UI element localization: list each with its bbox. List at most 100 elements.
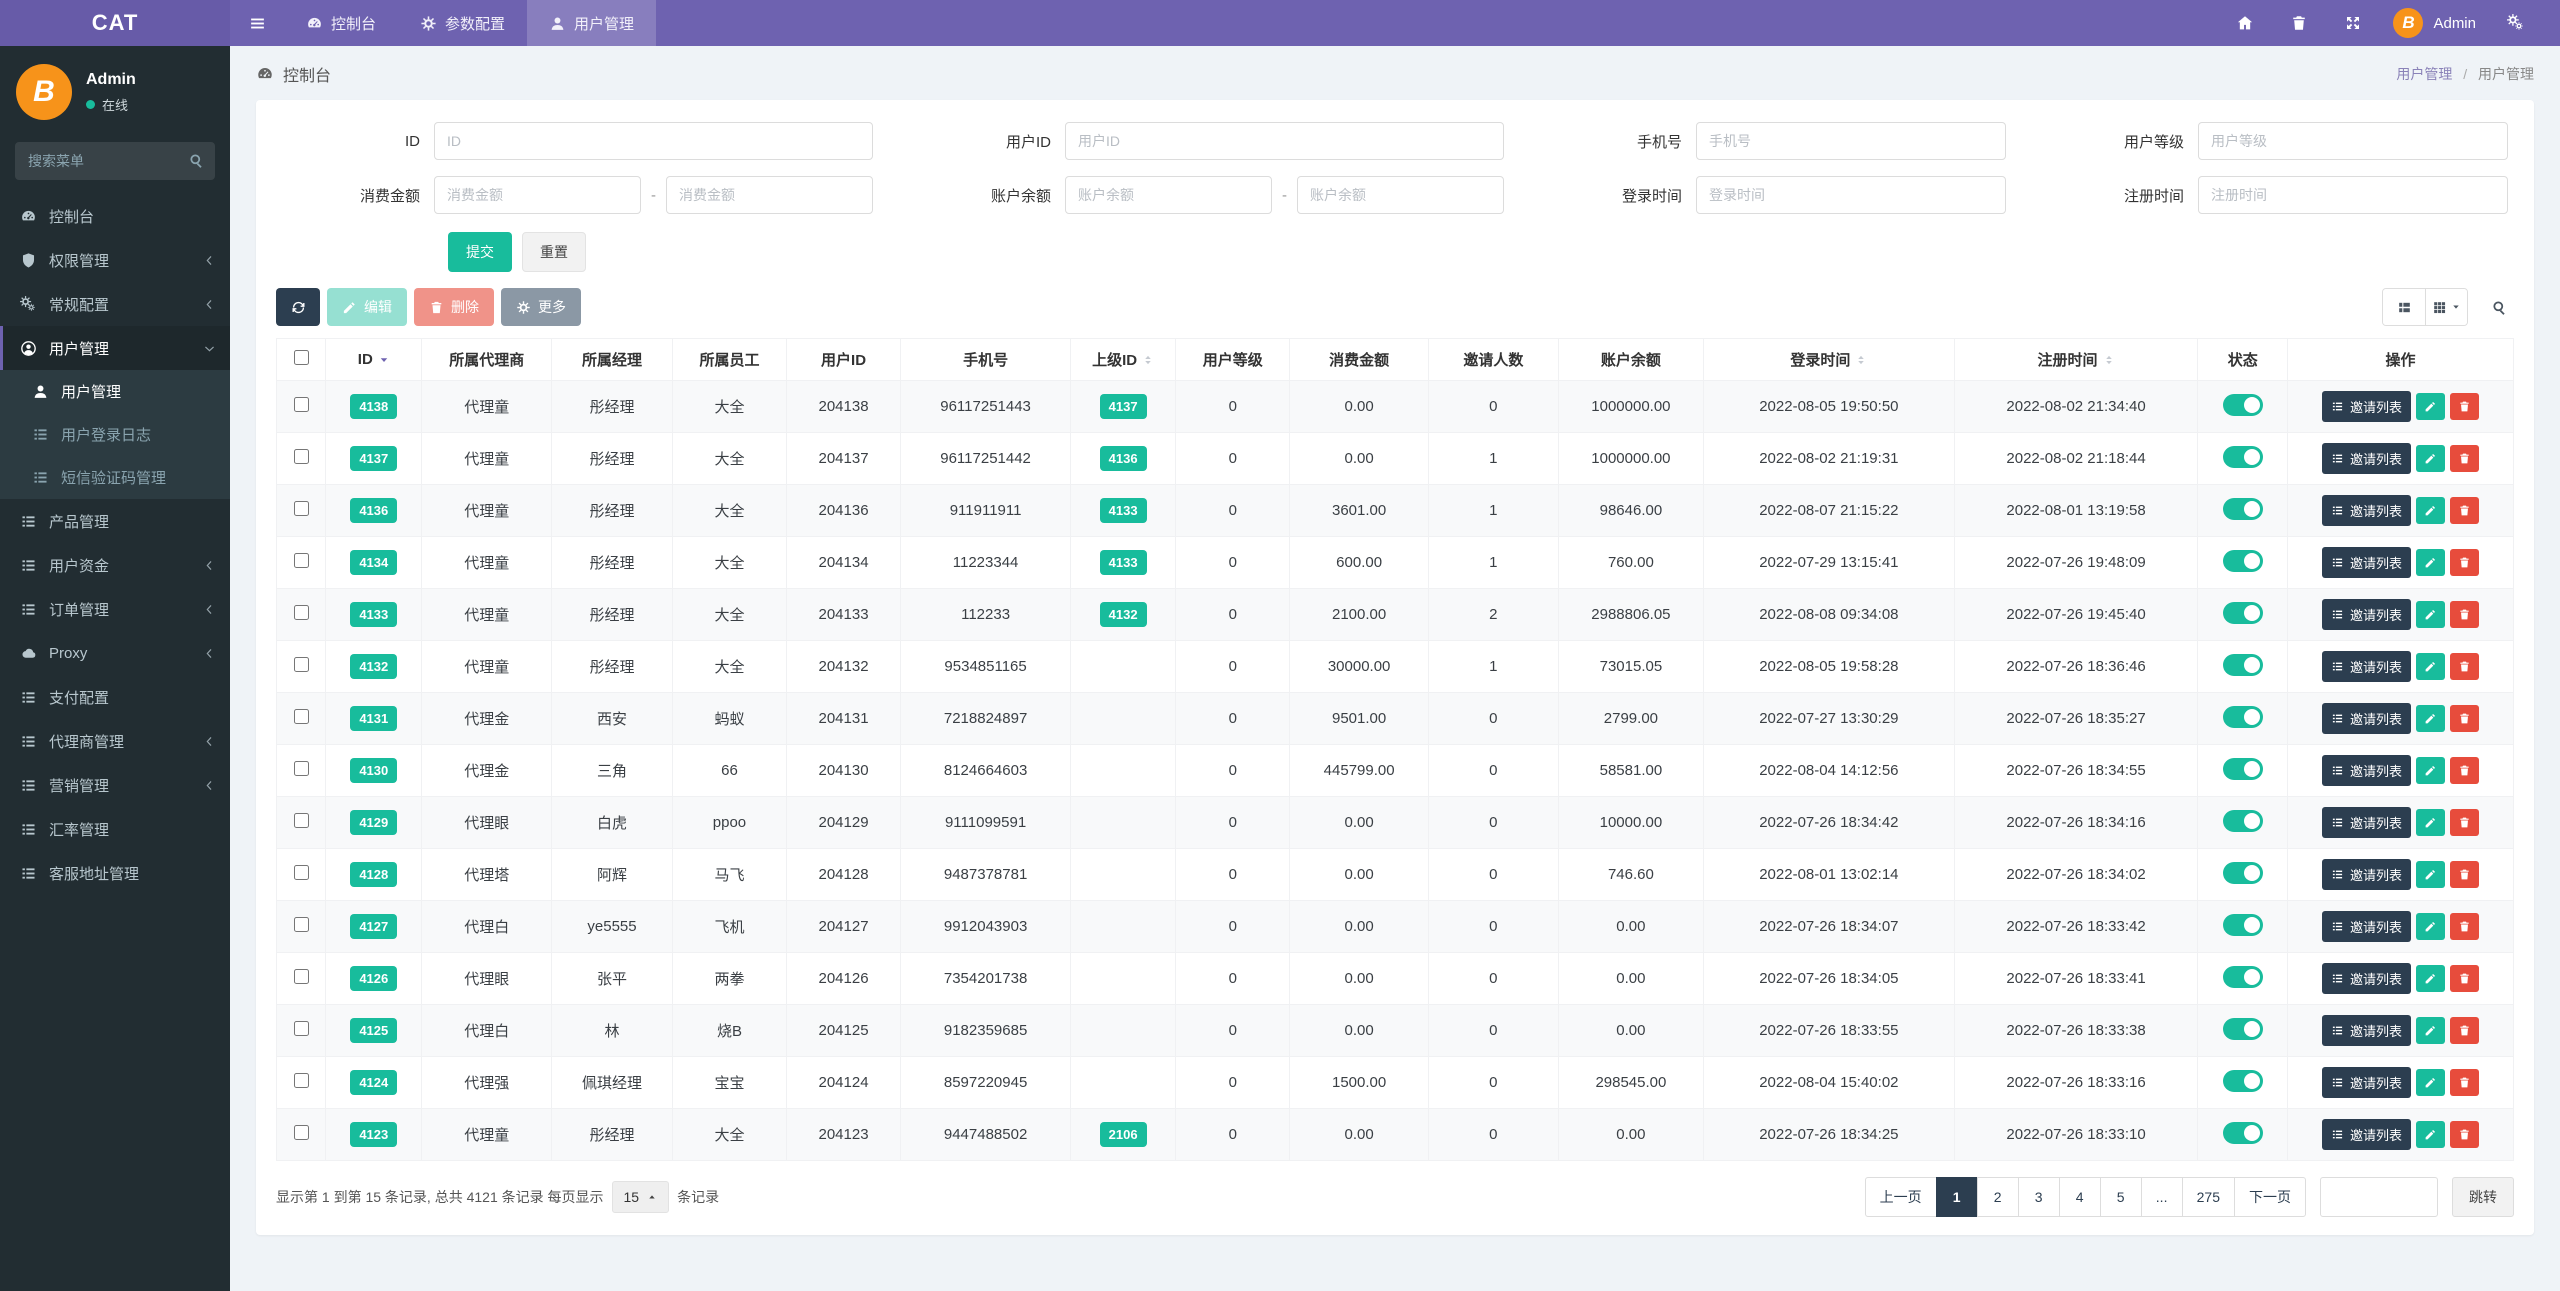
pager-prev[interactable]: 上一页 bbox=[1864, 1177, 1937, 1217]
row-delete-button[interactable] bbox=[2449, 549, 2479, 576]
sidebar-item-代理商管理[interactable]: 代理商管理 bbox=[0, 719, 230, 763]
row-delete-button[interactable] bbox=[2449, 393, 2479, 420]
pager-page-2[interactable]: 2 bbox=[1976, 1177, 2019, 1217]
sidebar-item-用户资金[interactable]: 用户资金 bbox=[0, 543, 230, 587]
status-toggle[interactable] bbox=[2222, 497, 2263, 520]
status-toggle[interactable] bbox=[2222, 601, 2263, 624]
status-toggle[interactable] bbox=[2222, 653, 2263, 676]
row-delete-button[interactable] bbox=[2449, 601, 2479, 628]
table-search-button[interactable] bbox=[2484, 292, 2514, 322]
consume-min-field[interactable] bbox=[434, 176, 641, 214]
topnav-tab-控制台[interactable]: 控制台 bbox=[284, 0, 398, 46]
submit-button[interactable]: 提交 bbox=[448, 232, 512, 272]
row-checkbox[interactable] bbox=[293, 501, 309, 516]
row-edit-button[interactable] bbox=[2415, 913, 2445, 940]
column-header-reg_time[interactable]: 注册时间 bbox=[1953, 338, 2199, 381]
row-edit-button[interactable] bbox=[2415, 1017, 2445, 1044]
reset-button[interactable]: 重置 bbox=[522, 232, 586, 272]
search-icon[interactable] bbox=[188, 152, 205, 169]
sidebar-search-input[interactable] bbox=[15, 142, 215, 180]
status-toggle[interactable] bbox=[2222, 445, 2263, 468]
login-time-field[interactable] bbox=[1696, 176, 2006, 214]
invite-list-button[interactable]: 邀请列表 bbox=[2321, 547, 2411, 578]
row-edit-button[interactable] bbox=[2415, 497, 2445, 524]
user-menu[interactable]: B Admin bbox=[2385, 8, 2484, 38]
row-checkbox[interactable] bbox=[293, 397, 309, 412]
row-delete-button[interactable] bbox=[2449, 445, 2479, 472]
page-size-select[interactable]: 15 bbox=[611, 1181, 670, 1213]
invite-list-button[interactable]: 邀请列表 bbox=[2321, 443, 2411, 474]
pager-next[interactable]: 下一页 bbox=[2234, 1177, 2306, 1217]
status-toggle[interactable] bbox=[2222, 965, 2263, 988]
sidebar-toggle-button[interactable] bbox=[230, 0, 284, 46]
status-toggle[interactable] bbox=[2222, 393, 2263, 416]
status-toggle[interactable] bbox=[2222, 705, 2263, 728]
column-header-status[interactable]: 状态 bbox=[2197, 338, 2288, 381]
row-delete-button[interactable] bbox=[2449, 965, 2479, 992]
level-field[interactable] bbox=[2198, 122, 2508, 160]
row-delete-button[interactable] bbox=[2449, 861, 2479, 888]
pager-page-1[interactable]: 1 bbox=[1935, 1177, 1978, 1217]
pager-page-...[interactable]: ... bbox=[2140, 1177, 2183, 1217]
delete-button[interactable]: 删除 bbox=[414, 288, 494, 326]
row-edit-button[interactable] bbox=[2415, 757, 2445, 784]
pager-page-275[interactable]: 275 bbox=[2181, 1177, 2235, 1217]
sidebar-item-用户管理[interactable]: 用户管理 bbox=[0, 326, 230, 370]
invite-list-button[interactable]: 邀请列表 bbox=[2321, 599, 2411, 630]
status-toggle[interactable] bbox=[2222, 913, 2263, 936]
invite-list-button[interactable]: 邀请列表 bbox=[2321, 963, 2411, 994]
row-checkbox[interactable] bbox=[293, 969, 309, 984]
select-all-checkbox[interactable] bbox=[293, 350, 309, 365]
breadcrumb-item[interactable]: 用户管理 bbox=[2396, 66, 2452, 82]
column-header-phone[interactable]: 手机号 bbox=[900, 338, 1072, 381]
sidebar-item-常规配置[interactable]: 常规配置 bbox=[0, 282, 230, 326]
fullscreen-button[interactable] bbox=[2331, 0, 2375, 46]
row-delete-button[interactable] bbox=[2449, 1017, 2479, 1044]
sidebar-item-权限管理[interactable]: 权限管理 bbox=[0, 238, 230, 282]
row-checkbox[interactable] bbox=[293, 709, 309, 724]
more-button[interactable]: 更多 bbox=[501, 288, 581, 326]
brand-logo[interactable]: CAT bbox=[0, 0, 230, 46]
row-checkbox[interactable] bbox=[293, 1125, 309, 1140]
row-delete-button[interactable] bbox=[2449, 1069, 2479, 1096]
status-toggle[interactable] bbox=[2222, 1069, 2263, 1092]
sidebar-item-营销管理[interactable]: 营销管理 bbox=[0, 763, 230, 807]
status-toggle[interactable] bbox=[2222, 757, 2263, 780]
row-delete-button[interactable] bbox=[2449, 497, 2479, 524]
balance-min-field[interactable] bbox=[1065, 176, 1272, 214]
row-edit-button[interactable] bbox=[2415, 549, 2445, 576]
row-checkbox[interactable] bbox=[293, 605, 309, 620]
invite-list-button[interactable]: 邀请列表 bbox=[2321, 1015, 2411, 1046]
row-checkbox[interactable] bbox=[293, 449, 309, 464]
column-header-parent_id[interactable]: 上级ID bbox=[1070, 338, 1177, 381]
row-edit-button[interactable] bbox=[2415, 1069, 2445, 1096]
sidebar-item-Proxy[interactable]: Proxy bbox=[0, 631, 230, 675]
row-delete-button[interactable] bbox=[2449, 653, 2479, 680]
row-edit-button[interactable] bbox=[2415, 705, 2445, 732]
status-toggle[interactable] bbox=[2222, 809, 2263, 832]
row-edit-button[interactable] bbox=[2415, 861, 2445, 888]
row-checkbox[interactable] bbox=[293, 917, 309, 932]
row-checkbox[interactable] bbox=[293, 1021, 309, 1036]
phone-field[interactable] bbox=[1696, 122, 2006, 160]
jump-button[interactable]: 跳转 bbox=[2452, 1177, 2514, 1217]
status-toggle[interactable] bbox=[2222, 1121, 2263, 1144]
settings-button[interactable] bbox=[2494, 0, 2538, 46]
row-checkbox[interactable] bbox=[293, 1073, 309, 1088]
invite-list-button[interactable]: 邀请列表 bbox=[2321, 859, 2411, 890]
sidebar-item-用户管理[interactable]: 用户管理 bbox=[0, 370, 230, 413]
pager-page-4[interactable]: 4 bbox=[2058, 1177, 2101, 1217]
jump-page-input[interactable] bbox=[2320, 1177, 2438, 1217]
row-checkbox[interactable] bbox=[293, 865, 309, 880]
invite-list-button[interactable]: 邀请列表 bbox=[2321, 755, 2411, 786]
row-delete-button[interactable] bbox=[2449, 913, 2479, 940]
column-header-user_id[interactable]: 用户ID bbox=[785, 338, 902, 381]
balance-max-field[interactable] bbox=[1297, 176, 1504, 214]
sidebar-item-产品管理[interactable]: 产品管理 bbox=[0, 499, 230, 543]
row-checkbox[interactable] bbox=[293, 553, 309, 568]
column-header-login_time[interactable]: 登录时间 bbox=[1703, 338, 1955, 381]
status-toggle[interactable] bbox=[2222, 549, 2263, 572]
user-id-field[interactable] bbox=[1065, 122, 1504, 160]
column-header-id[interactable]: ID bbox=[325, 338, 423, 381]
row-edit-button[interactable] bbox=[2415, 809, 2445, 836]
